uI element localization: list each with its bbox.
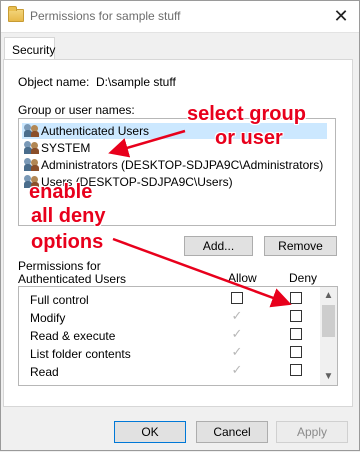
permissions-scrollbar[interactable]: ▲ ▼ — [320, 287, 337, 385]
permission-row-read-execute: Read & execute ✓ — [19, 327, 319, 345]
add-button[interactable]: Add... — [184, 236, 253, 256]
tab-security[interactable]: Security — [4, 37, 55, 59]
apply-button[interactable]: Apply — [276, 421, 348, 443]
remove-button[interactable]: Remove — [264, 236, 337, 256]
permission-row-list-folder-contents: List folder contents ✓ — [19, 345, 319, 363]
cancel-button[interactable]: Cancel — [196, 421, 268, 443]
permission-name: Modify — [30, 311, 66, 325]
scroll-up-icon[interactable]: ▲ — [320, 287, 337, 304]
annotation-enable-line2: all deny — [31, 205, 106, 227]
annotation-enable-line3: options — [31, 231, 104, 253]
ok-button[interactable]: OK — [114, 421, 186, 443]
user-name: SYSTEM — [41, 141, 91, 155]
allow-checkbox-checked: ✓ — [231, 362, 243, 377]
scroll-down-icon[interactable]: ▼ — [320, 368, 337, 385]
title-bar: Permissions for sample stuff ✕ — [1, 1, 359, 33]
permissions-for-label: Permissions for Authenticated Users — [18, 259, 127, 286]
allow-column-header: Allow — [228, 271, 257, 285]
deny-checkbox[interactable] — [290, 292, 302, 304]
user-name: Administrators (DESKTOP-SDJPA9C\Administ… — [41, 158, 324, 172]
deny-checkbox[interactable] — [290, 364, 302, 376]
users-icon — [24, 158, 39, 172]
allow-checkbox-checked: ✓ — [231, 308, 243, 323]
allow-checkbox-checked: ✓ — [231, 344, 243, 359]
annotation-select-line1: select group — [187, 103, 306, 125]
permission-name: List folder contents — [30, 347, 131, 361]
object-name-value: D:\sample stuff — [96, 75, 176, 89]
deny-checkbox[interactable] — [290, 346, 302, 358]
close-icon[interactable]: ✕ — [323, 1, 359, 32]
deny-checkbox[interactable] — [290, 328, 302, 340]
window-title: Permissions for sample stuff — [30, 9, 181, 23]
annotation-select-line2: or user — [215, 127, 283, 149]
annotation-enable-line1: enable — [29, 181, 93, 203]
permission-row-modify: Modify ✓ — [19, 309, 319, 327]
object-name-label: Object name: — [18, 75, 90, 89]
folder-icon — [8, 6, 24, 22]
allow-checkbox-checked: ✓ — [231, 326, 243, 341]
deny-checkbox[interactable] — [290, 310, 302, 322]
users-icon — [24, 124, 39, 138]
list-item-administrators[interactable]: Administrators (DESKTOP-SDJPA9C\Administ… — [22, 157, 327, 173]
permission-row-read: Read ✓ — [19, 363, 319, 381]
users-icon — [24, 141, 39, 155]
permissions-list: Full control Modify ✓ Read & execute ✓ L… — [18, 286, 338, 386]
deny-column-header: Deny — [289, 271, 318, 285]
allow-checkbox[interactable] — [231, 292, 243, 304]
user-name: Authenticated Users — [41, 124, 150, 138]
permissions-dialog: Permissions for sample stuff ✕ Security … — [0, 0, 360, 451]
permission-name: Read & execute — [30, 329, 116, 343]
group-names-label: Group or user names: — [18, 103, 135, 117]
permission-name: Full control — [30, 293, 89, 307]
scroll-thumb[interactable] — [322, 305, 335, 337]
permission-name: Read — [30, 365, 59, 379]
permission-row-full-control: Full control — [19, 291, 319, 309]
